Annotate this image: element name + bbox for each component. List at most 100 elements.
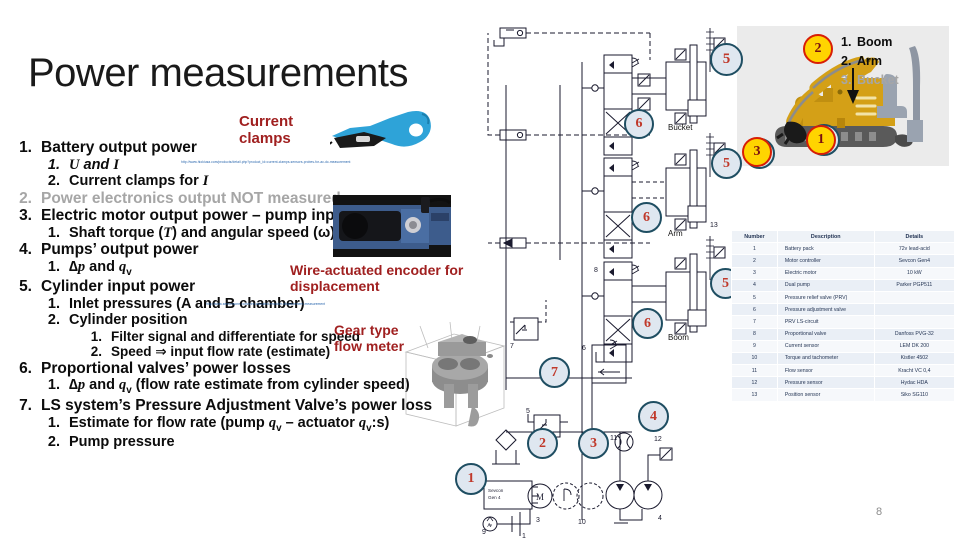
bullet-number: 2. bbox=[47, 312, 60, 329]
bullet-item: 2. Pump pressure bbox=[42, 435, 476, 450]
excavator-legend: 1. Boom 2. Arm 3. Bucket bbox=[841, 33, 951, 90]
excavator-marker-1: 1 bbox=[806, 125, 836, 155]
bullet-number: 2. bbox=[19, 189, 32, 207]
table-cell-description: Flow sensor bbox=[776, 364, 875, 378]
annotation-wire-encoder-line1: Wire-actuated encoder for bbox=[290, 262, 464, 278]
bullet-number: 1. bbox=[47, 377, 60, 394]
table-cell-number: 9 bbox=[731, 339, 778, 353]
bullet-number: 2. bbox=[90, 344, 102, 360]
callout-1-battery: 1 bbox=[455, 463, 487, 495]
table-cell-number: 12 bbox=[731, 376, 778, 390]
table-row: 1 Battery pack 72v lead-acid bbox=[731, 242, 956, 256]
table-header-description: Description bbox=[776, 229, 875, 244]
table-cell-description: PRV LS-circuit bbox=[776, 315, 875, 329]
table-cell-details bbox=[873, 303, 956, 317]
table-cell-description: Proportional valve bbox=[776, 327, 875, 341]
hyperlink-current-clamps[interactable]: http://www.hiokiusa.com/products/detail.… bbox=[181, 160, 469, 164]
table-row: 10 Torque and tachometer Kistler 4502 bbox=[731, 351, 956, 366]
slide-canvas: Power measurements 1. Battery output powe… bbox=[0, 0, 960, 540]
callout-4-pump: 4 bbox=[638, 401, 669, 432]
excavator-legend-item: 2. Arm bbox=[841, 52, 951, 71]
annotation-current-clamps: Current clamps bbox=[239, 113, 294, 148]
callout-2-controller: 2 bbox=[527, 428, 558, 459]
annotation-current-clamps-line1: Current bbox=[239, 113, 294, 130]
table-cell-details: Siko SG110 bbox=[873, 388, 956, 402]
table-cell-number: 2 bbox=[731, 254, 778, 268]
table-cell-description: Motor controller bbox=[776, 254, 875, 268]
table-cell-details: Kracht VC 0,4 bbox=[873, 364, 956, 378]
excavator-legend-label: Arm bbox=[857, 54, 883, 69]
hyperlink-wire-encoder[interactable]: http://www.sensorsone.com/wire-actuated-… bbox=[206, 302, 424, 306]
table-row: 5 Pressure relief valve (PRV) bbox=[731, 290, 956, 305]
annotation-wire-encoder-line2: displacement bbox=[290, 277, 380, 294]
table-cell-description: Current sensor bbox=[776, 339, 875, 353]
table-cell-number: 11 bbox=[731, 364, 778, 378]
table-cell-description: Torque and tachometer bbox=[776, 351, 875, 366]
callout-5-bucket: 5 bbox=[710, 43, 743, 76]
table-row: 4 Dual pump Parker PGP511 bbox=[731, 278, 956, 292]
table-header-row: Number Description Details bbox=[731, 229, 956, 244]
table-cell-description: Pressure sensor bbox=[776, 376, 875, 390]
table-row: 11 Flow sensor Kracht VC 0,4 bbox=[731, 364, 956, 378]
table-cell-number: 5 bbox=[731, 290, 778, 305]
bullet-number: 1. bbox=[47, 156, 60, 173]
annotation-flow-meter-line1: Gear type bbox=[334, 322, 399, 338]
excavator-legend-item: 1. Boom bbox=[841, 33, 951, 52]
table-cell-details: 10 kW bbox=[873, 266, 956, 280]
current-clamp-photo bbox=[330, 111, 431, 148]
callout-7-prv-ls: 7 bbox=[539, 357, 570, 388]
bullet-item: 2. Current clamps for I bbox=[42, 174, 476, 189]
table-cell-description: Dual pump bbox=[776, 278, 875, 292]
excavator-legend-number: 3. bbox=[841, 73, 852, 88]
table-cell-description: Pressure relief valve (PRV) bbox=[776, 290, 875, 305]
schematic-part-8: 8 bbox=[594, 267, 598, 274]
bullet-number: 1. bbox=[19, 139, 32, 156]
table-cell-number: 4 bbox=[731, 278, 778, 292]
bullet-number: 1. bbox=[47, 295, 60, 312]
callout-6-arm: 6 bbox=[631, 202, 662, 233]
table-row: 7 PRV LS-circuit bbox=[731, 315, 956, 329]
schematic-part-1: 1 bbox=[522, 533, 526, 540]
callout-6-bucket: 6 bbox=[624, 109, 654, 139]
table-cell-details: 72v lead-acid bbox=[873, 242, 956, 256]
annotation-wire-encoder: Wire-actuated encoder for displacement bbox=[290, 262, 505, 294]
schematic-motor-label: M bbox=[536, 492, 544, 502]
callout-6-boom: 6 bbox=[632, 308, 663, 339]
schematic-part-12: 12 bbox=[654, 436, 662, 443]
schematic-label-arm: Arm bbox=[668, 229, 683, 238]
bullet-number: 2. bbox=[47, 434, 60, 451]
table-cell-number: 7 bbox=[731, 315, 778, 329]
bullet-number: 1. bbox=[90, 328, 102, 344]
table-cell-details bbox=[873, 290, 956, 305]
bullet-number: 1. bbox=[47, 414, 60, 431]
schematic-controller-label: Sevcon bbox=[488, 488, 504, 493]
bullet-number: 7. bbox=[19, 397, 32, 414]
schematic-part-3: 3 bbox=[536, 517, 540, 524]
table-cell-description: Battery pack bbox=[776, 242, 875, 256]
excavator-legend-number: 2. bbox=[841, 54, 852, 69]
excavator-legend-label: Bucket bbox=[857, 73, 899, 88]
schematic-label-bucket: Bucket bbox=[668, 123, 693, 132]
schematic-controller-label2: Gen 4 bbox=[488, 495, 501, 500]
bullet-number: 2. bbox=[47, 173, 60, 189]
table-cell-number: 10 bbox=[731, 351, 778, 366]
wire-encoder-photo bbox=[333, 195, 451, 257]
table-cell-details: Kistler 4502 bbox=[873, 351, 956, 366]
schematic-part-7: 7 bbox=[510, 343, 514, 350]
schematic-part-5: 5 bbox=[526, 408, 530, 415]
table-cell-number: 8 bbox=[731, 327, 778, 341]
table-cell-description: Position sensor bbox=[776, 388, 875, 402]
bullet-text: Current clamps for I bbox=[69, 173, 209, 189]
annotation-current-clamps-line2: clamps bbox=[239, 129, 291, 147]
table-row: 9 Current sensor LEM DK 200 bbox=[731, 339, 956, 353]
table-header-number: Number bbox=[731, 229, 778, 244]
parts-table: Number Description Details 1 Battery pack… bbox=[731, 229, 956, 402]
schematic-ammeter-label: A bbox=[487, 523, 492, 529]
parts-table-body: 1 Battery pack 72v lead-acid 2 Motor control… bbox=[731, 242, 956, 402]
table-row: 8 Proportional valve Danfoss PVG-32 bbox=[731, 327, 956, 341]
bullet-text: Pump pressure bbox=[69, 434, 175, 451]
callout-5-arm: 5 bbox=[711, 148, 742, 179]
schematic-label-boom: Boom bbox=[668, 333, 689, 342]
table-cell-number: 3 bbox=[731, 266, 778, 280]
table-row: 2 Motor controller Sevcon Gen4 bbox=[731, 254, 956, 268]
